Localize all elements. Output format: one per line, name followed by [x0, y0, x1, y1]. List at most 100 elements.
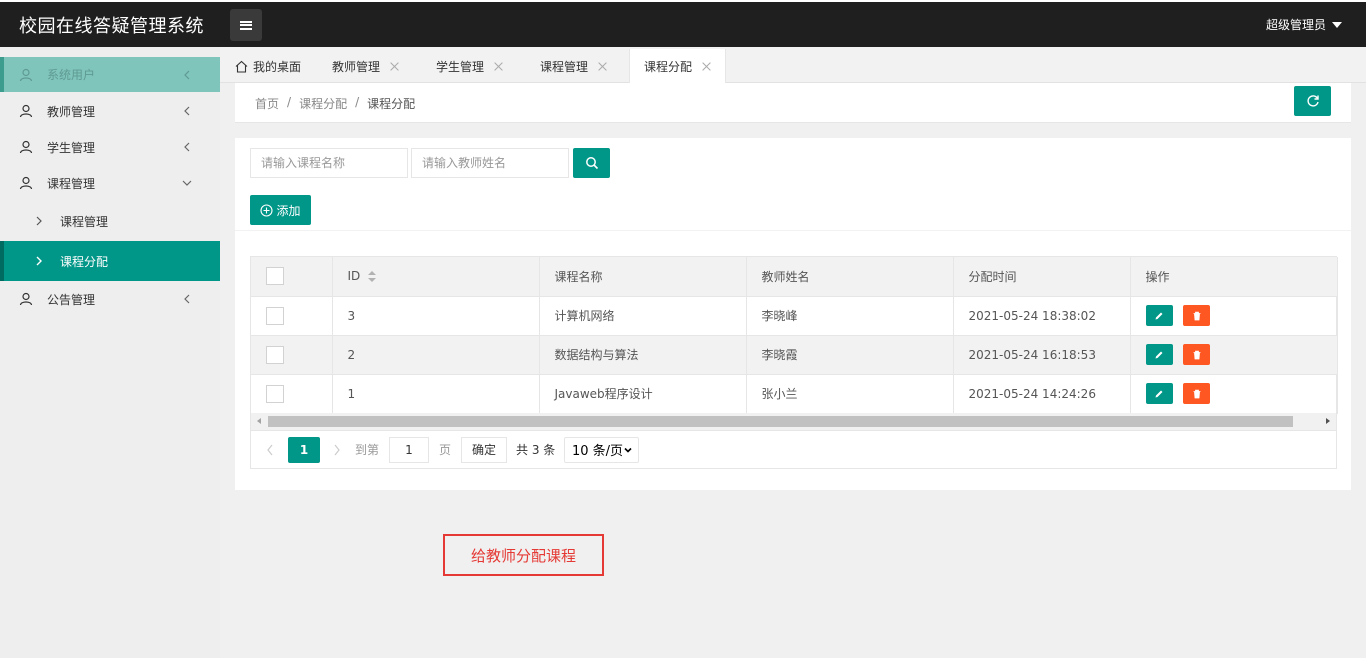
scroll-left-arrow-icon[interactable]	[257, 418, 261, 424]
column-header-time: 分配时间	[953, 257, 1131, 297]
tab-teachers[interactable]: 教师管理	[332, 49, 399, 83]
sidebar-item-students[interactable]: 学生管理	[0, 130, 220, 164]
sidebar-item-label: 课程管理	[47, 176, 96, 191]
goto-confirm-button[interactable]: 确定	[461, 436, 507, 463]
user-menu[interactable]: 超级管理员	[1266, 16, 1342, 33]
edit-button[interactable]	[1145, 344, 1173, 365]
breadcrumb-parent[interactable]: 课程分配	[299, 95, 347, 112]
tab-courses[interactable]: 课程管理	[540, 49, 607, 83]
pencil-icon	[1155, 312, 1163, 319]
column-header-id[interactable]: ID	[332, 257, 540, 297]
chevron-down-icon	[624, 447, 632, 453]
scroll-right-arrow-icon[interactable]	[1326, 418, 1330, 424]
cell-actions	[1130, 335, 1338, 375]
row-checkbox[interactable]	[266, 306, 284, 325]
tab-label: 学生管理	[436, 59, 485, 74]
cell-course: Javaweb程序设计	[539, 374, 747, 414]
delete-button[interactable]	[1183, 383, 1211, 404]
row-checkbox[interactable]	[266, 384, 284, 403]
table-row: 3 计算机网络 李晓峰 2021-05-24 18:38:02	[251, 296, 1338, 336]
cell-course: 数据结构与算法	[539, 335, 747, 375]
close-icon[interactable]	[598, 62, 607, 71]
close-icon[interactable]	[702, 62, 711, 71]
page-unit-label: 页	[439, 443, 452, 457]
tab-course-assignment[interactable]: 课程分配	[629, 49, 727, 84]
sidebar-item-label: 系统用户	[47, 68, 96, 82]
cell-time: 2021-05-24 14:24:26	[953, 374, 1131, 414]
goto-label: 到第	[355, 443, 380, 457]
chevron-right-icon	[36, 256, 42, 266]
hamburger-icon	[240, 20, 252, 30]
sidebar-item-announcements[interactable]: 公告管理	[0, 282, 220, 316]
chevron-left-icon	[184, 294, 190, 304]
cell-teacher: 李晓峰	[746, 296, 954, 336]
page-size-select[interactable]: 10 条/页	[564, 436, 639, 463]
trash-icon	[1193, 350, 1201, 359]
select-all-cell	[251, 257, 333, 297]
cell-id: 3	[332, 296, 540, 336]
refresh-button[interactable]	[1294, 86, 1331, 116]
add-button[interactable]: 添加	[250, 195, 311, 225]
menu-toggle-button[interactable]	[230, 9, 262, 41]
delete-button[interactable]	[1183, 344, 1211, 365]
select-all-checkbox[interactable]	[266, 267, 284, 286]
horizontal-scrollbar[interactable]	[251, 413, 1336, 430]
edit-button[interactable]	[1145, 383, 1173, 404]
edit-button[interactable]	[1145, 305, 1173, 326]
sidebar-item-label: 学生管理	[47, 140, 96, 155]
sort-icon[interactable]	[368, 271, 377, 283]
tab-students[interactable]: 学生管理	[436, 49, 503, 83]
trash-icon	[1193, 311, 1201, 320]
sidebar-item-label: 教师管理	[47, 104, 96, 119]
cell-time: 2021-05-24 16:18:53	[953, 335, 1131, 375]
user-icon	[19, 104, 33, 118]
teacher-name-search-input[interactable]	[411, 148, 569, 178]
close-icon[interactable]	[390, 62, 399, 71]
chevron-left-icon	[184, 70, 190, 79]
pencil-icon	[1155, 390, 1163, 397]
breadcrumb-home[interactable]: 首页	[255, 95, 279, 112]
sidebar-item-courses[interactable]: 课程管理	[0, 166, 220, 200]
breadcrumb-bar: 首页 / 课程分配 / 课程分配	[235, 83, 1351, 123]
prev-page-icon[interactable]	[266, 444, 274, 456]
breadcrumb-separator: /	[287, 95, 292, 109]
cell-actions	[1130, 374, 1338, 414]
search-button[interactable]	[573, 148, 610, 178]
sidebar-subitem-course-assignment[interactable]: 课程分配	[0, 241, 220, 281]
user-icon	[19, 176, 33, 190]
pagination: 1 到第 页 确定 共 3 条 10 条/页	[251, 430, 1336, 468]
breadcrumb: 首页 / 课程分配 / 课程分配	[255, 95, 415, 112]
page-size-value: 10 条/页	[572, 444, 624, 459]
close-icon[interactable]	[494, 62, 503, 71]
tab-my-desktop[interactable]: 我的桌面	[235, 49, 301, 83]
refresh-icon	[1306, 95, 1319, 107]
tab-label: 课程分配	[644, 60, 693, 74]
sidebar: 系统用户 教师管理 学生管理 课程管理 课程管理 课程分配 公告管理	[0, 47, 220, 658]
pencil-icon	[1155, 351, 1163, 358]
content-card: 添加 ID 课程名称 教师姓名 分配时间 操作 3	[235, 138, 1351, 490]
scrollbar-thumb[interactable]	[268, 416, 1293, 427]
cell-actions	[1130, 296, 1338, 336]
divider	[235, 230, 1351, 231]
cell-id: 2	[332, 335, 540, 375]
goto-page-input[interactable]	[389, 436, 429, 463]
sidebar-item-label: 课程分配	[60, 254, 109, 269]
cell-teacher: 李晓霞	[746, 335, 954, 375]
table-header-row: ID 课程名称 教师姓名 分配时间 操作	[251, 257, 1338, 297]
sidebar-item-teachers[interactable]: 教师管理	[0, 94, 220, 128]
cell-id: 1	[332, 374, 540, 414]
sidebar-item-system-users[interactable]: 系统用户	[0, 57, 220, 92]
tab-label: 我的桌面	[253, 59, 302, 74]
delete-button[interactable]	[1183, 305, 1211, 326]
next-page-icon[interactable]	[333, 444, 341, 456]
cell-time: 2021-05-24 18:38:02	[953, 296, 1131, 336]
column-header-actions: 操作	[1130, 257, 1338, 297]
sidebar-subitem-course-management[interactable]: 课程管理	[0, 204, 220, 238]
caret-down-icon	[1332, 21, 1342, 28]
course-name-search-input[interactable]	[250, 148, 408, 178]
user-icon	[19, 68, 33, 81]
row-checkbox[interactable]	[266, 345, 284, 364]
top-header: 校园在线答疑管理系统 超级管理员	[0, 0, 1366, 47]
current-page-button[interactable]: 1	[288, 436, 320, 463]
chevron-left-icon	[184, 142, 190, 152]
